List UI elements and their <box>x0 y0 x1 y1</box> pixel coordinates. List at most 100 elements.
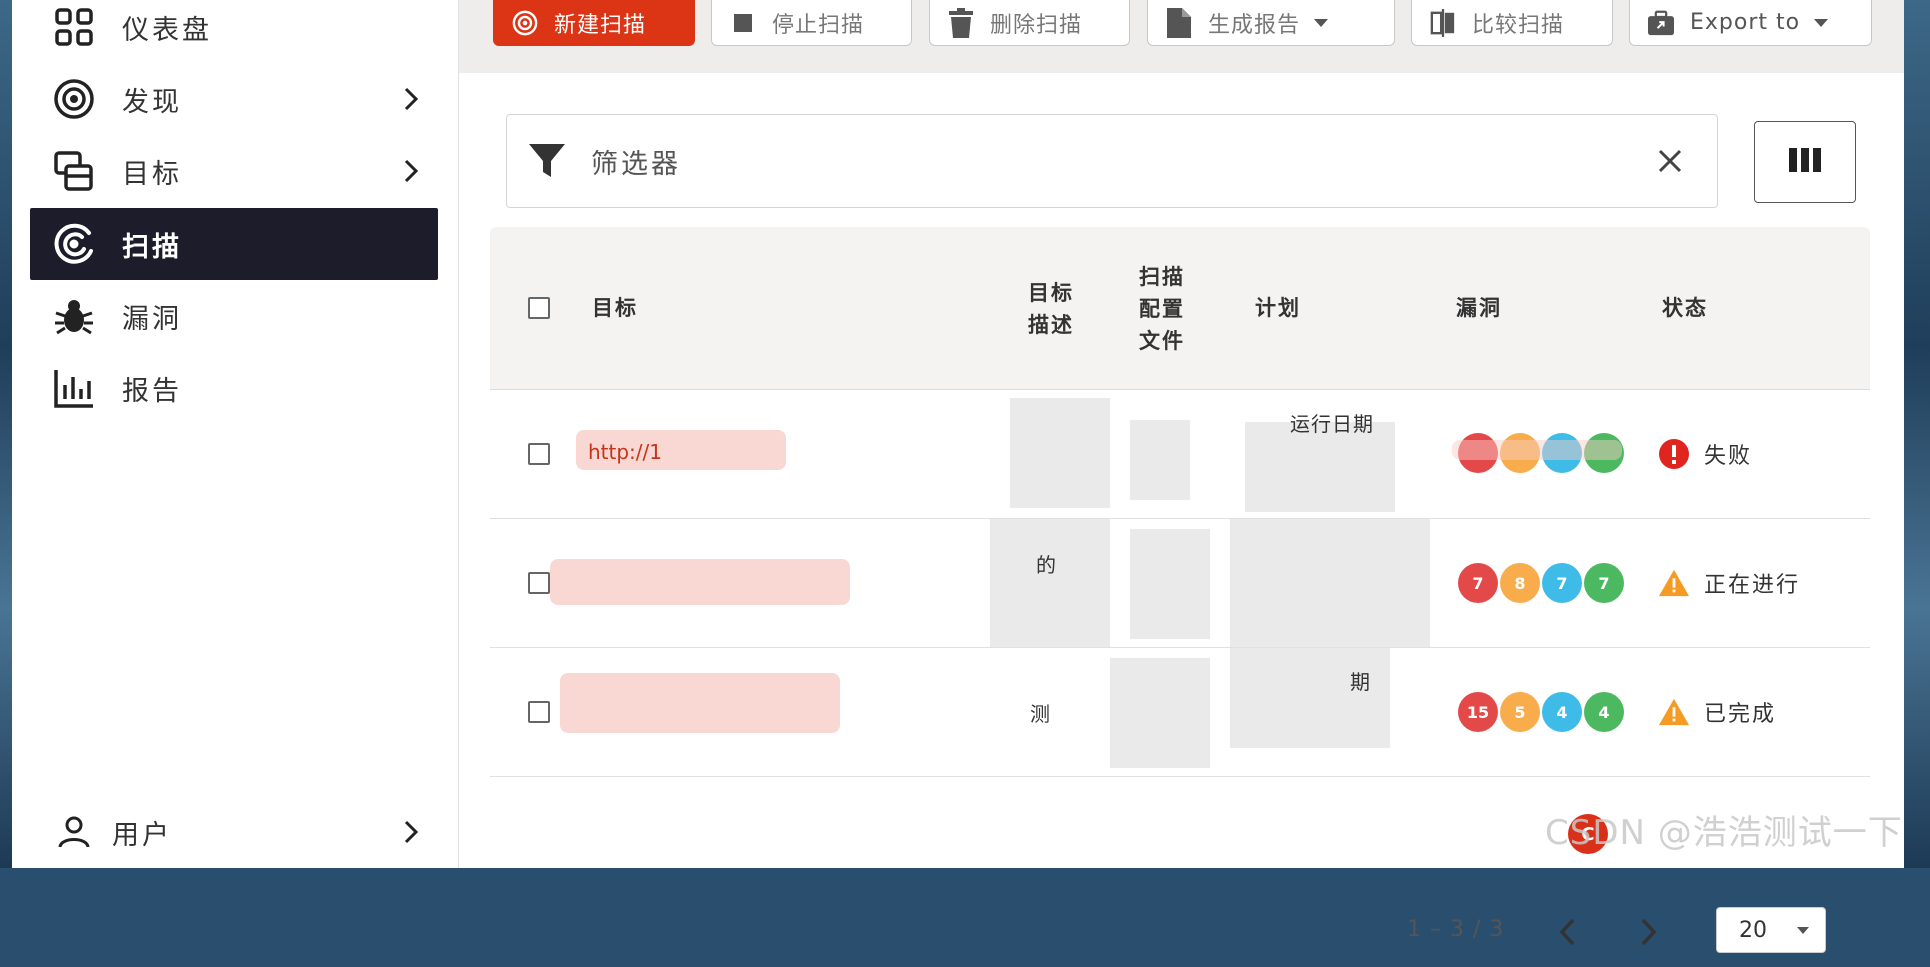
redacted-region <box>1130 420 1190 500</box>
new-scan-button[interactable]: 新建扫描 <box>493 0 695 46</box>
status-text: 失败 <box>1704 444 1753 469</box>
vuln-badge-critical: 7 <box>1458 563 1498 603</box>
compare-icon <box>1430 8 1456 37</box>
redacted-region <box>990 519 1110 647</box>
header-line: 扫描 <box>1139 265 1185 289</box>
table-row[interactable]: 测 期 15 5 4 4 已完成 <box>490 648 1870 777</box>
row-checkbox[interactable] <box>528 572 550 594</box>
user-icon <box>52 810 96 854</box>
status-badge: 正在进行 <box>1658 567 1800 599</box>
redacted-region <box>1230 519 1430 647</box>
columns-icon <box>1789 148 1821 176</box>
sidebar-item-dashboard[interactable]: 仪表盘 <box>30 0 438 63</box>
chevron-left-icon[interactable] <box>1554 915 1582 949</box>
toolbar: 新建扫描 停止扫描 删除扫描 生成报告 比较扫描 Export to <box>459 0 1904 73</box>
table-header: 目标 目标 描述 扫描 配置 文件 计划 漏洞 状态 <box>490 227 1870 390</box>
caret-down-icon <box>1314 18 1329 27</box>
compare-scans-label: 比较扫描 <box>1472 12 1565 38</box>
pagination-count: 1 – 3 / 3 <box>1407 917 1505 942</box>
pagination: 1 – 3 / 3 20 <box>490 867 1870 967</box>
sidebar-item-label: 报告 <box>122 375 182 407</box>
redacted-region <box>1230 648 1390 748</box>
row-checkbox[interactable] <box>528 701 550 723</box>
row-description: 的 <box>1036 553 1056 577</box>
watermark: CSDN @浩浩测试一下 <box>1545 813 1903 853</box>
warning-icon <box>1658 696 1690 728</box>
sidebar-item-discover[interactable]: 发现 <box>30 63 438 135</box>
table-row[interactable]: http://1 运行日期 失败 <box>490 390 1870 519</box>
sidebar-item-label: 发现 <box>122 86 182 118</box>
chevron-right-icon[interactable] <box>1634 915 1662 949</box>
filter-placeholder: 筛选器 <box>591 148 681 180</box>
sidebar-item-vulnerabilities[interactable]: 漏洞 <box>30 280 438 352</box>
header-line: 目标 <box>1028 281 1074 305</box>
vuln-badge-medium: 4 <box>1542 692 1582 732</box>
chevron-right-icon <box>398 818 424 846</box>
filter-bar[interactable]: 筛选器 <box>506 114 1718 208</box>
columns-button[interactable] <box>1754 121 1856 203</box>
sidebar-item-reports[interactable]: 报告 <box>30 352 438 424</box>
vuln-badge-high: 5 <box>1500 692 1540 732</box>
generate-report-button[interactable]: 生成报告 <box>1147 0 1395 46</box>
row-target-link[interactable]: http://1 <box>588 440 662 464</box>
page-size-value: 20 <box>1739 917 1767 943</box>
vuln-badge-medium: 7 <box>1542 563 1582 603</box>
status-badge: 失败 <box>1658 438 1752 470</box>
header-line: 配置 <box>1139 297 1185 321</box>
status-text: 已完成 <box>1704 702 1777 727</box>
chart-icon <box>52 366 96 410</box>
sidebar-item-scans[interactable]: 扫描 <box>30 208 438 280</box>
header-line: 描述 <box>1028 313 1074 337</box>
sidebar-item-targets[interactable]: 目标 <box>30 135 438 207</box>
chevron-right-icon <box>398 85 424 113</box>
redacted-region <box>1130 529 1210 639</box>
header-target[interactable]: 目标 <box>592 292 638 324</box>
vuln-badge-high: 8 <box>1500 563 1540 603</box>
stop-scan-button[interactable]: 停止扫描 <box>711 0 912 46</box>
scan-icon <box>52 222 96 266</box>
page-size-select[interactable]: 20 <box>1716 907 1826 953</box>
redacted-region <box>560 673 840 733</box>
header-target-description[interactable]: 目标 描述 <box>1028 277 1074 341</box>
filter-icon <box>527 141 567 181</box>
radar-icon <box>512 10 538 36</box>
stop-icon <box>730 10 756 36</box>
header-vulnerabilities[interactable]: 漏洞 <box>1456 292 1502 324</box>
chevron-right-icon <box>398 157 424 185</box>
header-schedule[interactable]: 计划 <box>1255 292 1301 324</box>
header-status[interactable]: 状态 <box>1662 292 1708 324</box>
scans-table: 目标 目标 描述 扫描 配置 文件 计划 漏洞 状态 http://1 运行日期… <box>490 227 1870 953</box>
delete-scan-button[interactable]: 删除扫描 <box>929 0 1130 46</box>
sidebar-item-label: 漏洞 <box>122 303 182 335</box>
stop-scan-label: 停止扫描 <box>772 12 865 38</box>
status-text: 正在进行 <box>1704 573 1801 598</box>
scan-list-panel: 筛选器 目标 目标 描述 扫描 配置 文件 计划 漏洞 状态 http://1 … <box>459 73 1904 953</box>
compare-scans-button[interactable]: 比较扫描 <box>1411 0 1613 46</box>
warning-icon <box>1658 567 1690 599</box>
sidebar-item-label: 扫描 <box>122 231 182 263</box>
redacted-region <box>550 559 850 605</box>
header-scan-profile[interactable]: 扫描 配置 文件 <box>1139 261 1185 357</box>
table-row[interactable]: 的 7 8 7 7 正在进行 <box>490 519 1870 648</box>
close-icon[interactable] <box>1657 148 1683 174</box>
briefcase-export-icon <box>1648 10 1674 36</box>
dashboard-icon <box>52 5 96 49</box>
sidebar: 仪表盘 发现 目标 扫描 漏洞 报告 用户 <box>12 0 459 868</box>
error-icon <box>1658 438 1690 470</box>
row-schedule: 运行日期 <box>1290 412 1374 436</box>
new-scan-label: 新建扫描 <box>554 12 647 38</box>
caret-down-icon <box>1814 18 1829 27</box>
sidebar-item-label: 目标 <box>122 158 182 190</box>
vuln-badge-low: 4 <box>1584 692 1624 732</box>
header-line: 文件 <box>1139 329 1185 353</box>
sidebar-item-user[interactable]: 用户 <box>30 796 438 868</box>
row-checkbox[interactable] <box>528 443 550 465</box>
row-description: 测 <box>1030 702 1050 726</box>
select-all-checkbox[interactable] <box>528 297 550 319</box>
redacted-region <box>1010 398 1110 508</box>
row-schedule: 期 <box>1350 670 1370 694</box>
sidebar-item-label: 用户 <box>112 819 172 851</box>
export-to-button[interactable]: Export to <box>1629 0 1872 46</box>
sidebar-item-label: 仪表盘 <box>122 14 212 46</box>
redacted-region <box>1110 658 1210 768</box>
